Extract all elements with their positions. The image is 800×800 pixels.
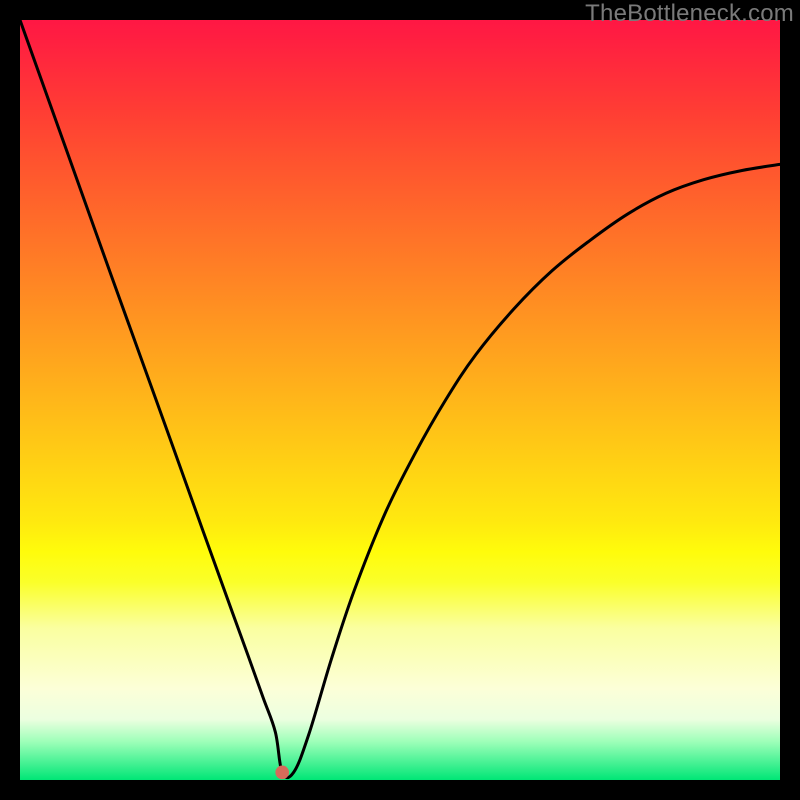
optimum-marker	[275, 766, 289, 780]
bottleneck-chart	[20, 20, 780, 780]
chart-plot-area	[20, 20, 780, 780]
bottleneck-curve-line	[20, 20, 780, 778]
watermark-text: TheBottleneck.com	[585, 0, 794, 28]
